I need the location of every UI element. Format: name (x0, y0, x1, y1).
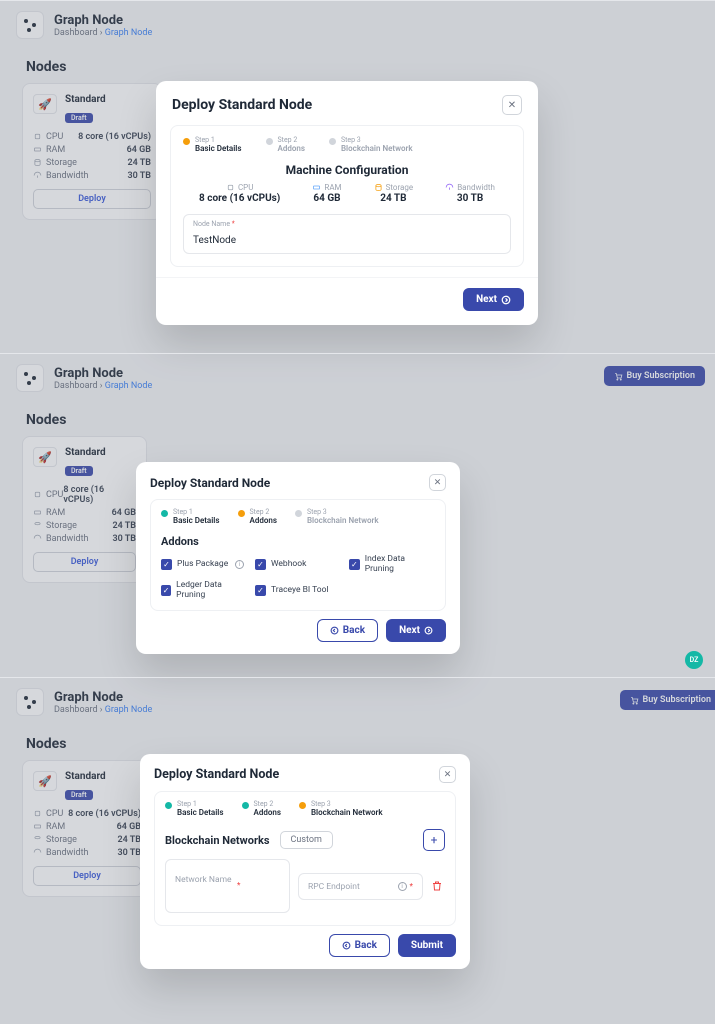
addons-title: Addons (161, 535, 435, 548)
arrow-left-icon (330, 626, 339, 635)
delete-row-button[interactable] (431, 880, 445, 892)
ram-icon (312, 183, 321, 192)
addons-grid: ✓Plus Packagei ✓Webhook ✓Index Data Prun… (161, 554, 435, 600)
step-dot-pending (295, 510, 302, 517)
modal-title: Deploy Standard Node (150, 476, 270, 490)
addon-index-pruning[interactable]: ✓Index Data Pruning (349, 554, 435, 574)
step-dot-done (242, 802, 249, 809)
storage-icon (374, 183, 383, 192)
machine-config-title: Machine Configuration (183, 163, 511, 177)
trash-icon (431, 880, 443, 892)
network-name-input[interactable] (175, 875, 280, 885)
node-name-field[interactable]: Node Name * (183, 214, 511, 254)
addon-traceye[interactable]: ✓Traceye BI Tool (255, 580, 341, 600)
submit-button[interactable]: Submit (398, 934, 456, 957)
next-button[interactable]: Next (386, 619, 446, 642)
close-button[interactable]: ✕ (502, 95, 522, 115)
info-icon[interactable]: i (235, 560, 244, 569)
node-name-input[interactable] (193, 235, 501, 246)
checkbox-icon: ✓ (255, 585, 266, 596)
deploy-modal-step1: Deploy Standard Node ✕ Step 1Basic Detai… (156, 81, 538, 325)
bandwidth-icon (445, 183, 454, 192)
close-button[interactable]: ✕ (439, 766, 456, 783)
avatar-badge[interactable]: DZ (685, 651, 703, 669)
step-dot-pending (266, 138, 273, 145)
back-button[interactable]: Back (329, 934, 390, 957)
close-button[interactable]: ✕ (429, 474, 446, 491)
addon-ledger-pruning[interactable]: ✓Ledger Data Pruning (161, 580, 247, 600)
cpu-icon (226, 183, 235, 192)
deploy-modal-step3: Deploy Standard Node ✕ Step 1Basic Detai… (140, 754, 470, 969)
checkbox-icon: ✓ (161, 559, 172, 570)
step-dot-done (161, 510, 168, 517)
rpc-endpoint-field[interactable]: i* (298, 873, 423, 900)
checkbox-icon: ✓ (349, 559, 360, 570)
arrow-right-icon (424, 626, 433, 635)
modal-title: Deploy Standard Node (154, 767, 279, 782)
stepper: Step 1Basic Details Step 2Addons Step 3B… (183, 136, 511, 153)
addon-webhook[interactable]: ✓Webhook (255, 554, 341, 574)
rpc-endpoint-input[interactable] (308, 882, 393, 892)
checkbox-icon: ✓ (255, 559, 266, 570)
addon-plus-package[interactable]: ✓Plus Packagei (161, 554, 247, 574)
step-dot-active (183, 138, 190, 145)
arrow-left-icon (342, 941, 351, 950)
info-icon[interactable]: i (398, 882, 407, 891)
custom-tag[interactable]: Custom (280, 831, 333, 849)
step-dot-pending (329, 138, 336, 145)
step-dot-active (238, 510, 245, 517)
deploy-modal-step2: Deploy Standard Node ✕ Step 1Basic Detai… (136, 462, 460, 654)
network-name-field[interactable]: * (165, 859, 290, 913)
step-dot-done (165, 802, 172, 809)
modal-title: Deploy Standard Node (172, 97, 312, 113)
blockchain-title: Blockchain Networks (165, 834, 270, 847)
back-button[interactable]: Back (317, 619, 378, 642)
step-dot-active (299, 802, 306, 809)
add-network-button[interactable]: + (423, 829, 445, 851)
checkbox-icon: ✓ (161, 585, 171, 596)
next-button[interactable]: Next (463, 288, 524, 311)
arrow-right-icon (501, 295, 511, 305)
